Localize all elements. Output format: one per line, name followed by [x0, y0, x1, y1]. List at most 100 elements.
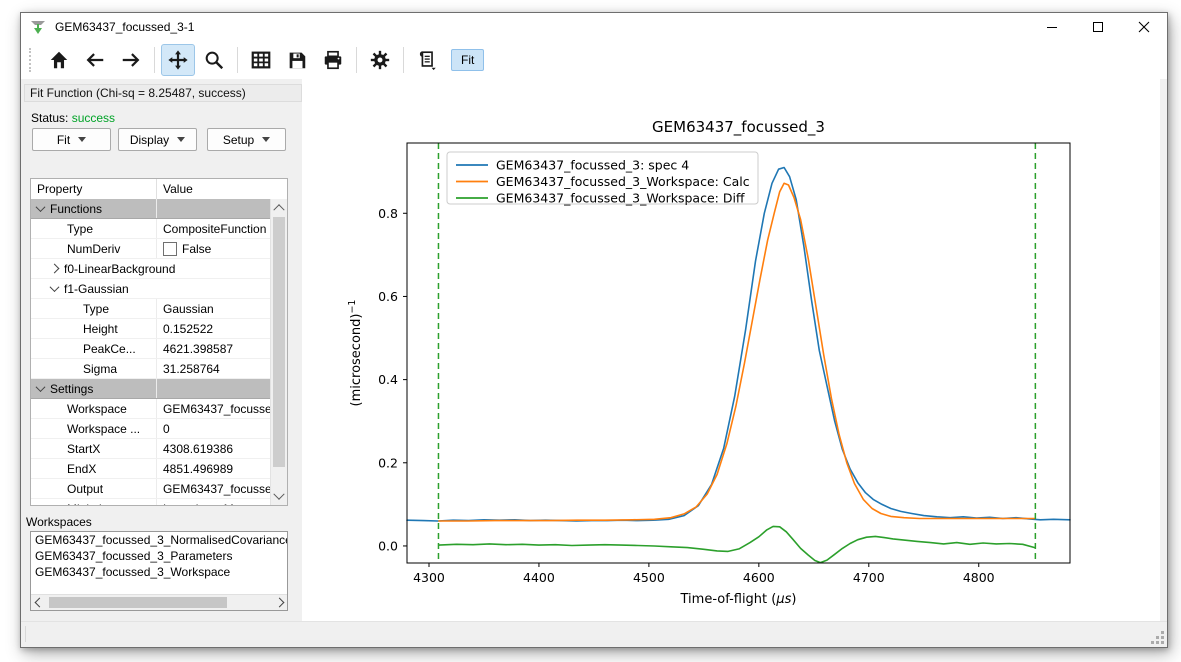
setup-menu-button[interactable]: Setup — [207, 128, 286, 151]
property-value[interactable]: 31.258764 — [163, 362, 220, 376]
expand-chevron-down-icon[interactable] — [36, 202, 46, 212]
property-value[interactable]: Levenberg-Marqua... — [163, 502, 271, 507]
scroll-left-arrow[interactable] — [31, 595, 47, 610]
title-bar[interactable]: GEM63437_focussed_3-1 — [21, 13, 1167, 41]
save-icon — [286, 49, 308, 71]
property-section-row[interactable]: Settings — [31, 379, 271, 399]
chevron-down-icon — [262, 137, 270, 142]
expand-chevron-right-icon[interactable] — [50, 264, 60, 274]
script-icon — [416, 49, 438, 71]
print-button[interactable] — [316, 44, 350, 76]
back-button[interactable] — [78, 44, 112, 76]
property-rows: FunctionsTypeCompositeFunctionNumDerivFa… — [31, 199, 271, 505]
property-value[interactable]: False — [182, 242, 211, 256]
workspace-list-item[interactable]: GEM63437_focussed_3_Parameters — [31, 548, 287, 564]
forward-button[interactable] — [114, 44, 148, 76]
y-tick-label: 0.4 — [378, 372, 398, 387]
property-value[interactable]: GEM63437_focusse... — [163, 482, 271, 496]
property-label: Settings — [50, 382, 93, 396]
maximize-button[interactable] — [1075, 13, 1121, 41]
zoom-button[interactable] — [197, 44, 231, 76]
property-label: Workspace ... — [67, 422, 140, 436]
status-bar — [21, 621, 1167, 647]
expand-chevron-down-icon[interactable] — [36, 382, 46, 392]
property-row[interactable]: Sigma31.258764 — [31, 359, 271, 379]
resize-grip[interactable] — [1151, 631, 1165, 645]
close-button[interactable] — [1121, 13, 1167, 41]
toolbar-separator — [403, 47, 404, 73]
hscrollbar-thumb[interactable] — [49, 597, 227, 608]
pan-icon — [167, 49, 189, 71]
property-label: Type — [83, 302, 109, 316]
workspace-list-item[interactable]: GEM63437_focussed_3_Workspace — [31, 564, 287, 580]
grid-icon — [250, 49, 272, 71]
checkbox[interactable] — [163, 242, 177, 256]
fit-plot[interactable]: GEM63437_focussed_3430044004500460047004… — [302, 78, 1160, 622]
save-button[interactable] — [280, 44, 314, 76]
expand-chevron-down-icon[interactable] — [50, 282, 60, 292]
property-row[interactable]: Workspace ... 0 — [31, 419, 271, 439]
property-row[interactable]: f0-LinearBackground — [31, 259, 271, 279]
toolbar-drag-handle[interactable] — [29, 48, 35, 72]
property-value[interactable]: CompositeFunction — [163, 222, 266, 236]
property-row[interactable]: Type Gaussian — [31, 299, 271, 319]
property-row[interactable]: EndX4851.496989 — [31, 459, 271, 479]
minimize-button[interactable] — [1029, 13, 1075, 41]
chevron-down-icon — [177, 137, 185, 142]
figure-canvas[interactable]: GEM63437_focussed_3430044004500460047004… — [302, 78, 1160, 622]
property-label: f0-LinearBackground — [64, 262, 175, 276]
customize-button[interactable] — [363, 44, 397, 76]
chevron-down-icon — [78, 137, 86, 142]
series-line-2 — [439, 526, 1035, 562]
series-line-1 — [439, 183, 1035, 521]
property-row[interactable]: NumDerivFalse — [31, 239, 271, 259]
subplots-button[interactable] — [244, 44, 278, 76]
chevron-left-icon — [34, 598, 44, 608]
scrollbar-thumb[interactable] — [273, 217, 285, 467]
property-row[interactable]: Height 0.152522 — [31, 319, 271, 339]
scroll-right-arrow[interactable] — [271, 595, 287, 610]
property-row[interactable]: StartX4308.619386 — [31, 439, 271, 459]
property-row[interactable]: WorkspaceGEM63437_focusse... — [31, 399, 271, 419]
fit-menu-button[interactable]: Fit — [32, 128, 111, 151]
property-row[interactable]: f1-Gaussian — [31, 279, 271, 299]
property-row[interactable]: PeakCe...4621.398587 — [31, 339, 271, 359]
property-value[interactable]: 4621.398587 — [163, 342, 233, 356]
toolbar-separator — [154, 47, 155, 73]
property-row[interactable]: OutputGEM63437_focusse... — [31, 479, 271, 499]
chevron-up-icon — [273, 204, 284, 215]
x-axis-label: Time-of-flight (μs) — [680, 592, 797, 607]
workspace-list-item[interactable]: GEM63437_focussed_3_NormalisedCovariance… — [31, 532, 287, 548]
property-value[interactable]: 0.152522 — [163, 322, 213, 336]
property-row[interactable]: TypeCompositeFunction — [31, 219, 271, 239]
property-value[interactable]: 0 — [163, 422, 170, 436]
x-tick-label: 4800 — [963, 570, 995, 585]
property-section-row[interactable]: Functions — [31, 199, 271, 219]
scroll-down-arrow[interactable] — [271, 489, 287, 505]
x-tick-label: 4300 — [413, 570, 445, 585]
property-label: Height — [83, 322, 118, 336]
property-value[interactable]: 4308.619386 — [163, 442, 233, 456]
property-value[interactable]: Gaussian — [163, 302, 214, 316]
y-tick-label: 0.2 — [378, 455, 398, 470]
display-menu-button[interactable]: Display — [118, 128, 197, 151]
property-label: f1-Gaussian — [64, 282, 129, 296]
workspaces-hscrollbar[interactable] — [31, 594, 287, 610]
mantid-app-icon — [29, 18, 47, 36]
home-button[interactable] — [42, 44, 76, 76]
property-row[interactable]: MinimizerLevenberg-Marqua... — [31, 499, 271, 506]
generate-script-button[interactable] — [410, 44, 444, 76]
x-tick-label: 4700 — [853, 570, 885, 585]
property-value[interactable]: 4851.496989 — [163, 462, 233, 476]
plot-toolbar: Fit — [21, 41, 1167, 79]
workspaces-label: Workspaces — [26, 515, 92, 529]
legend-entry: GEM63437_focussed_3_Workspace: Calc — [496, 174, 750, 189]
property-table-scrollbar[interactable] — [270, 199, 287, 505]
fit-toggle-button[interactable]: Fit — [451, 49, 484, 71]
scroll-up-arrow[interactable] — [271, 199, 287, 215]
chevron-down-icon — [273, 489, 284, 500]
pan-button[interactable] — [161, 44, 195, 76]
fit-status: Status: success — [31, 111, 115, 125]
status-value: success — [72, 111, 115, 125]
property-value[interactable]: GEM63437_focusse... — [163, 402, 271, 416]
